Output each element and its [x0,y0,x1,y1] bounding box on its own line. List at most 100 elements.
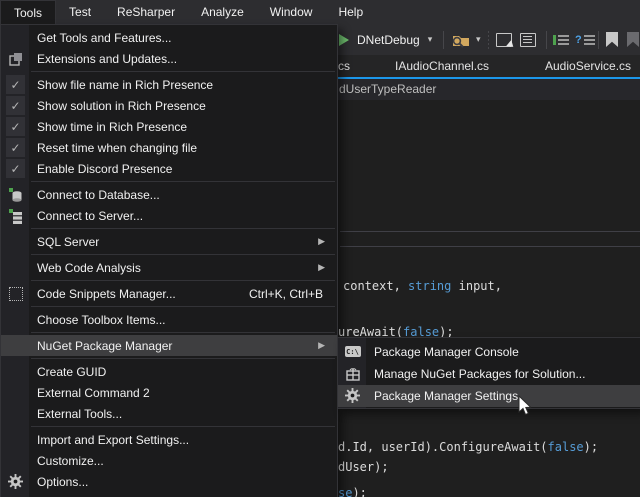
menu-item-connect-database[interactable]: Connect to Database... [1,184,337,205]
navigate-box-button[interactable] [496,24,512,55]
menu-item-show-file-name[interactable]: ✓ Show file name in Rich Presence [1,74,337,95]
menu-item-code-snippets[interactable]: Code Snippets Manager... Ctrl+K, Ctrl+B [1,283,337,304]
green-indent-icon [553,35,556,45]
chevron-down-icon: ▾ [476,34,481,45]
submenu-item-package-manager-settings[interactable]: Package Manager Settings [338,385,640,407]
menu-separator [31,181,335,182]
document-outline-button[interactable] [520,24,536,55]
menubar-item-test[interactable]: Test [56,0,104,24]
submenu-arrow-icon: ▶ [318,262,327,273]
debug-target-label: DNetDebug [357,33,420,47]
menubar-item-resharper[interactable]: ReSharper [104,0,188,24]
tab-audioservice[interactable]: AudioService.cs [545,59,631,73]
check-icon: ✓ [6,159,25,178]
code-line: dUser); [338,460,389,474]
debug-target-dropdown[interactable]: DNetDebug ▾ [357,24,432,55]
mouse-cursor [518,395,532,419]
code-line: d.Id, userId).ConfigureAwait(false); [338,440,598,454]
toolbar-separator [488,24,489,55]
browse-search-button[interactable] [450,24,472,55]
menu-item-reset-time[interactable]: ✓ Reset time when changing file [1,137,337,158]
start-debug-button[interactable] [339,24,349,55]
package-icon [343,364,362,383]
database-icon [6,185,25,204]
menu-item-external-command-2[interactable]: External Command 2 [1,382,337,403]
cursor-box-icon [496,33,512,47]
text-lines-icon [558,35,569,45]
bookmark-prev-icon [627,32,639,47]
menubar-item-tools[interactable]: Tools [0,0,56,24]
text-lines-icon [584,35,595,45]
toolbar-separator [443,24,444,55]
divider-line [340,231,640,232]
divider-line [340,246,640,247]
bookmark-icon [606,32,618,47]
menu-item-show-time[interactable]: ✓ Show time in Rich Presence [1,116,337,137]
menubar-item-window[interactable]: Window [257,0,326,24]
menu-separator [31,71,335,72]
folder-search-icon [450,32,472,48]
menu-item-choose-toolbox[interactable]: Choose Toolbox Items... [1,309,337,330]
toolbar-separator [598,24,599,55]
menu-bar: Tools Test ReSharper Analyze Window Help [0,0,640,24]
menu-separator [31,426,335,427]
indent-lines-button[interactable] [553,24,569,55]
nuget-submenu: C:\ Package Manager Console Manage NuGet… [337,337,640,409]
menu-item-extensions[interactable]: Extensions and Updates... [1,48,337,69]
snippets-icon [6,284,25,303]
gear-icon [6,472,25,491]
code-editor[interactable]: context, string input, ureAwait(false); … [337,100,640,497]
check-icon: ✓ [6,96,25,115]
menu-separator [31,280,335,281]
menu-item-create-guid[interactable]: Create GUID [1,361,337,382]
tools-menu: Get Tools and Features... Extensions and… [0,24,338,497]
play-icon [339,34,349,46]
breadcrumb: dUserTypeReader [337,79,640,100]
menu-item-show-solution[interactable]: ✓ Show solution in Rich Presence [1,95,337,116]
document-tab-bar: cs IAudioChannel.cs AudioService.cs [337,55,640,77]
browse-dropdown[interactable]: ▾ [476,24,481,55]
menu-item-get-tools[interactable]: Get Tools and Features... [1,27,337,48]
menu-item-enable-discord[interactable]: ✓ Enable Discord Presence [1,158,337,179]
menu-separator [31,332,335,333]
chevron-down-icon: ▾ [428,34,433,45]
submenu-item-manage-nuget-packages[interactable]: Manage NuGet Packages for Solution... [338,363,640,385]
question-mark-icon: ? [575,34,582,46]
server-icon [6,206,25,225]
tab-iaudiochannel[interactable]: IAudioChannel.cs [395,59,489,73]
standard-toolbar: DNetDebug ▾ ▾ ? [337,24,640,55]
menu-item-connect-server[interactable]: Connect to Server... [1,205,337,226]
menu-item-external-tools[interactable]: External Tools... [1,403,337,424]
code-line-clipped: se); [338,486,367,497]
toolbar-separator [546,24,547,55]
menu-separator [31,228,335,229]
extensions-icon [6,49,25,68]
menu-item-sql-server[interactable]: SQL Server ▶ [1,231,337,252]
menu-item-web-code-analysis[interactable]: Web Code Analysis ▶ [1,257,337,278]
shortcut-label: Ctrl+K, Ctrl+B [249,287,327,301]
menu-separator [31,358,335,359]
document-lines-icon [520,33,536,47]
menu-item-import-export-settings[interactable]: Import and Export Settings... [1,429,337,450]
code-line: context, string input, [343,279,502,293]
gear-icon [343,386,362,405]
help-lines-button[interactable]: ? [575,24,595,55]
menubar-item-analyze[interactable]: Analyze [188,0,257,24]
submenu-arrow-icon: ▶ [318,236,327,247]
breadcrumb-text[interactable]: dUserTypeReader [339,82,436,96]
prev-bookmark-button[interactable] [627,24,639,55]
check-icon: ✓ [6,117,25,136]
menu-separator [31,306,335,307]
vs-window: Tools Test ReSharper Analyze Window Help… [0,0,640,497]
submenu-item-package-manager-console[interactable]: C:\ Package Manager Console [338,341,640,363]
menubar-item-help[interactable]: Help [325,0,376,24]
toggle-bookmark-button[interactable] [606,24,618,55]
menu-item-customize[interactable]: Customize... [1,450,337,471]
check-icon: ✓ [6,75,25,94]
menu-item-nuget-package-manager[interactable]: NuGet Package Manager ▶ [1,335,337,356]
console-icon: C:\ [343,342,362,361]
tab-partial[interactable]: cs [338,59,350,73]
menu-item-options[interactable]: Options... [1,471,337,492]
check-icon: ✓ [6,138,25,157]
menu-separator [31,254,335,255]
